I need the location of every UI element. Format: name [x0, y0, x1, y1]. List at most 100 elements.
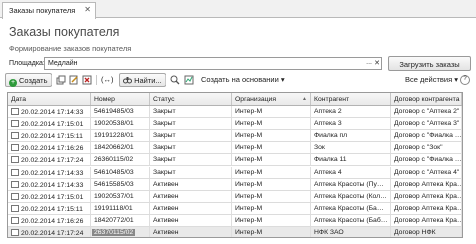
column-header-contract[interactable]: Договор контрагента [391, 93, 462, 105]
table-cell: Интер-М [232, 227, 311, 237]
table-cell: 26370115/02 [91, 227, 150, 237]
cell-text: 19020538/01 [94, 120, 134, 128]
table-cell: Фиалка 11 [311, 154, 391, 166]
cell-text: Договор с "Аптека 2" [394, 108, 460, 115]
table-cell: Закрыт [150, 142, 232, 154]
orders-table: Дата Номер Статус Организация ▲ Контраген… [7, 92, 463, 238]
mark-delete-icon[interactable] [82, 73, 92, 87]
cell-text: Договор с "Фиалка … [394, 156, 462, 164]
edit-icon[interactable] [69, 73, 79, 87]
table-cell: 18420662/01 [91, 142, 150, 154]
table-row[interactable]: 20.02.2014 17:16:26 18420662/01 Закрыт Инте… [8, 142, 462, 155]
tab-bar: Заказы покупателя ✕ [0, 0, 476, 19]
document-icon [11, 204, 19, 212]
table-cell: Интер-М [232, 178, 311, 190]
table-header: Дата Номер Статус Организация ▲ Контраген… [8, 93, 462, 106]
document-icon [11, 192, 19, 200]
cell-text: Активен [153, 204, 179, 212]
link-icon[interactable]: (↔) [101, 73, 114, 87]
table-cell: Интер-М [232, 130, 311, 142]
cell-text: Интер-М [235, 216, 263, 224]
table-row[interactable]: 20.02.2014 17:17:24 26360115/02 Закрыт Инте… [8, 154, 462, 167]
separator [165, 75, 166, 85]
cell-text: Закрыт [153, 132, 176, 140]
table-row[interactable]: 20.02.2014 17:16:26 18420772/01 Активен Инт… [8, 214, 462, 227]
cell-text: Аптека Красоты (Ба… [314, 204, 384, 212]
load-orders-button[interactable]: Загрузить заказы [388, 56, 471, 71]
table-cell: Интер-М [232, 190, 311, 202]
table-row[interactable]: 20.02.2014 17:14:33 54615585/03 Активен Инт… [8, 178, 462, 191]
place-field[interactable]: Медлайн ... ✕ [44, 57, 382, 70]
table-cell: 20.02.2014 17:14:33 [8, 178, 91, 190]
cell-text: 54615585/03 [94, 180, 134, 188]
select-dots-button[interactable]: ... [366, 59, 372, 66]
cell-text: 20.02.2014 17:15:11 [21, 133, 83, 141]
table-cell: Аптека Красоты (Ба… [311, 202, 391, 214]
table-cell: Договор Аптека Кра… [391, 203, 462, 214]
cell-text: Интер-М [235, 229, 263, 236]
cell-text: 20.02.2014 17:14:33 [21, 169, 84, 177]
cell-text: Аптека Красоты (Пу… [314, 180, 384, 188]
cell-text: 20.02.2014 17:17:24 [21, 230, 84, 237]
column-header-date[interactable]: Дата [8, 93, 91, 105]
table-row[interactable]: 20.02.2014 17:15:11 19191118/01 Активен Инт… [8, 202, 462, 215]
table-row[interactable]: 20.02.2014 17:15:01 19020537/01 Активен Инт… [8, 190, 462, 203]
table-cell: 20.02.2014 17:17:24 [8, 227, 91, 237]
table-cell: 54615585/03 [91, 178, 150, 190]
document-icon [11, 216, 19, 224]
toolbar: + Создать (↔) Найти... Создать на основан… [5, 73, 471, 88]
cell-text: Договор Аптека Кра… [394, 216, 462, 224]
cell-text: Интер-М [235, 192, 263, 200]
table-cell: Закрыт [150, 154, 232, 166]
table-cell: Договор Аптека Кра… [391, 179, 462, 190]
table-cell: Интер-М [232, 106, 311, 118]
column-header-status[interactable]: Статус [150, 93, 232, 105]
all-actions-menu[interactable]: Все действия ▾ [405, 73, 458, 87]
create-button[interactable]: + Создать [5, 73, 52, 87]
tab-orders[interactable]: Заказы покупателя ✕ [2, 2, 96, 19]
table-cell: 19020537/01 [91, 190, 150, 202]
help-icon[interactable]: ? [460, 75, 470, 85]
table-cell: Договор с "Фиалка … [391, 130, 462, 141]
table-cell: Фиалка пл [311, 130, 391, 142]
table-cell: Интер-М [232, 154, 311, 166]
column-header-organization[interactable]: Организация ▲ [232, 93, 311, 105]
table-cell: Аптека Красоты (Баб… [311, 214, 391, 226]
cell-text: Договор НФК [394, 229, 436, 236]
table-row[interactable]: 20.02.2014 17:15:01 19020538/01 Закрыт Инте… [8, 118, 462, 131]
table-cell: Договор с "Аптека 3" [391, 118, 462, 129]
copy-icon[interactable] [56, 73, 66, 87]
table-row[interactable]: 20.02.2014 17:15:11 19191228/01 Закрыт Инте… [8, 130, 462, 143]
cell-text: 18420662/01 [94, 144, 134, 152]
create-based-menu[interactable]: Создать на основании ▾ [201, 73, 285, 87]
close-icon[interactable]: ✕ [84, 5, 91, 14]
cell-text: 26360115/02 [94, 156, 134, 164]
place-value: Медлайн [48, 60, 78, 67]
sort-asc-icon: ▲ [302, 96, 307, 102]
scrollbar[interactable] [461, 106, 462, 237]
cell-text: Договор с "Аптека 3" [394, 120, 460, 128]
document-icon [11, 108, 19, 115]
column-header-number[interactable]: Номер [91, 93, 150, 105]
plus-icon: + [9, 79, 17, 87]
table-row[interactable]: 20.02.2014 17:14:33 54619485/03 Закрыт Инте… [8, 106, 462, 119]
search-zoom-icon[interactable] [170, 73, 180, 87]
cell-text: Закрыт [153, 144, 176, 152]
table-cell: Интер-М [232, 118, 311, 130]
table-cell: Аптека Красоты (Пу… [311, 178, 391, 190]
table-row[interactable]: 20.02.2014 17:17:24 26370115/02 Активен Инт… [8, 227, 462, 237]
table-cell: Активен [150, 227, 232, 237]
table-cell: 18420772/01 [91, 214, 150, 226]
table-row[interactable]: 20.02.2014 17:14:33 54610485/03 Закрыт Инте… [8, 166, 462, 179]
report-icon[interactable] [184, 73, 194, 87]
page-subtitle: Формирование заказов покупателя [9, 44, 132, 53]
find-button[interactable]: Найти... [119, 73, 166, 87]
table-cell: Активен [150, 214, 232, 226]
table-cell: 19020538/01 [91, 118, 150, 130]
column-header-counterparty[interactable]: Контрагент [311, 93, 391, 105]
table-cell: Договор с "Аптека 4" [391, 167, 462, 178]
table-cell: Закрыт [150, 130, 232, 142]
cell-text: Договор Аптека Кра… [394, 180, 462, 188]
clear-icon[interactable]: ✕ [374, 59, 380, 67]
cell-text: Договор Аптека Кра… [394, 192, 462, 200]
